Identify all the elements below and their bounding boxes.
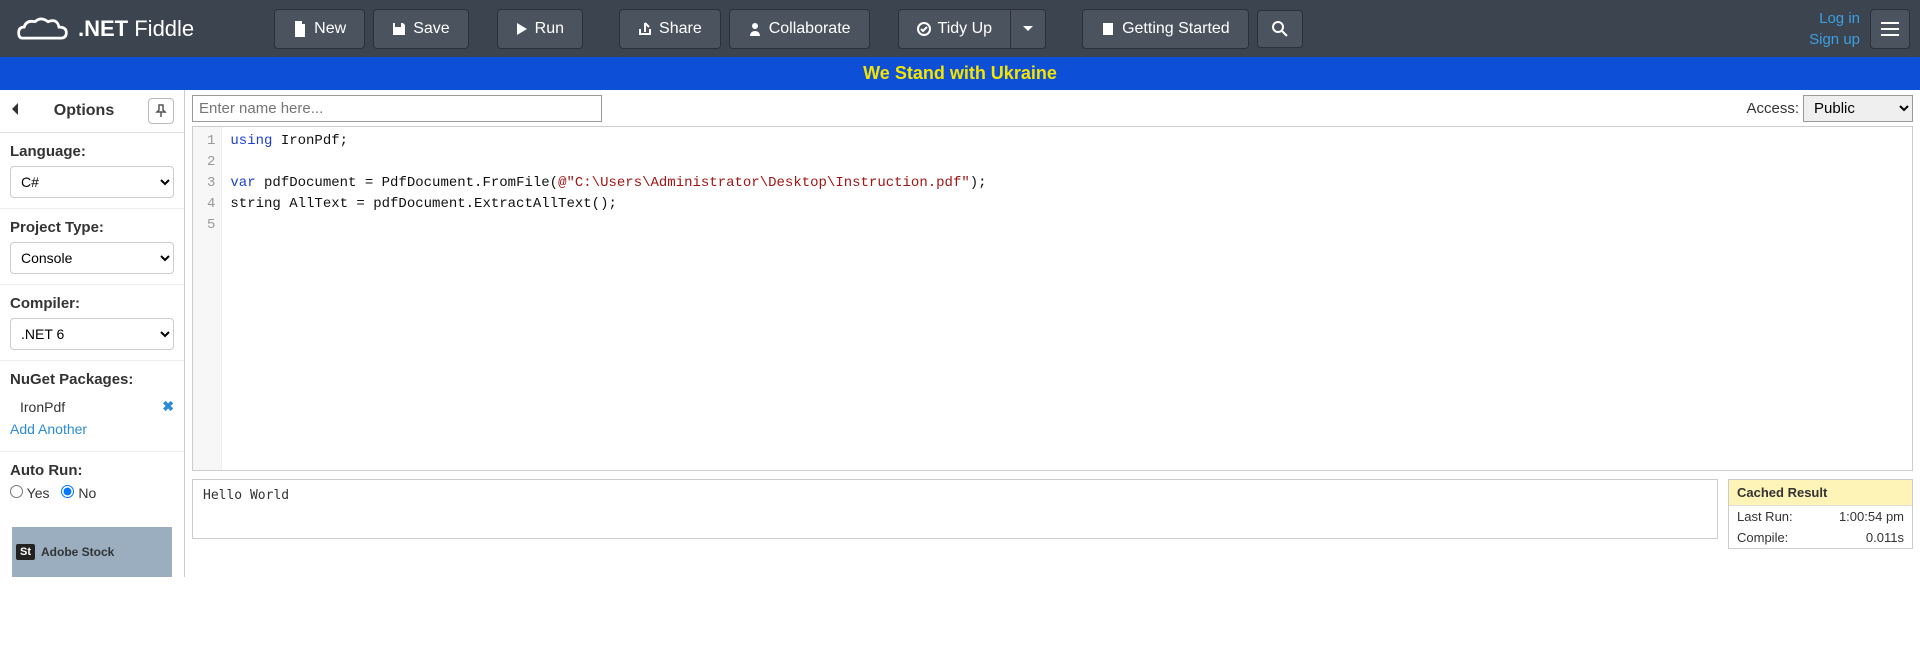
run-button[interactable]: Run: [497, 9, 583, 49]
auth-links: Log in Sign up: [1809, 8, 1860, 50]
sidebar: Options Language: C# Project Type: Conso…: [0, 90, 185, 577]
tidy-dropdown-button[interactable]: [1011, 9, 1046, 49]
tidy-label: Tidy Up: [938, 20, 993, 38]
collaborate-button[interactable]: Collaborate: [729, 9, 870, 49]
code-editor[interactable]: 1 2 3 4 5 using IronPdf; var pdfDocument…: [192, 126, 1913, 471]
save-label: Save: [413, 20, 449, 38]
book-icon: [1101, 22, 1115, 36]
save-icon: [392, 22, 406, 36]
signup-link[interactable]: Sign up: [1809, 29, 1860, 50]
tidy-split-button: Tidy Up: [898, 9, 1047, 49]
ukraine-banner: We Stand with Ukraine: [0, 57, 1920, 90]
chevron-left-icon: [10, 102, 20, 116]
last-run-label: Last Run:: [1737, 509, 1793, 524]
new-button[interactable]: New: [274, 9, 365, 49]
fiddle-name-input[interactable]: [192, 95, 602, 122]
top-toolbar: .NET Fiddle New Save Run Share Collabora…: [0, 0, 1920, 57]
autorun-no-option[interactable]: No: [61, 485, 96, 501]
compile-value: 0.011s: [1866, 530, 1904, 545]
run-label: Run: [535, 20, 564, 38]
pin-icon: [155, 104, 167, 118]
code-content[interactable]: using IronPdf; var pdfDocument = PdfDocu…: [222, 127, 994, 470]
stats-panel: Cached Result Last Run: 1:00:54 pm Compi…: [1728, 479, 1913, 549]
sidebar-title: Options: [54, 102, 114, 120]
nuget-item: IronPdf ✖: [10, 394, 174, 417]
file-icon: [293, 21, 307, 37]
search-icon: [1272, 21, 1288, 37]
collaborate-label: Collaborate: [769, 20, 851, 38]
cloud-icon: [15, 14, 70, 44]
play-icon: [516, 22, 528, 36]
language-label: Language:: [10, 143, 174, 160]
share-button[interactable]: Share: [619, 9, 721, 49]
check-icon: [917, 22, 931, 36]
ad-badge: St: [16, 544, 35, 560]
logo[interactable]: .NET Fiddle: [15, 14, 194, 44]
ad-text: Adobe Stock: [41, 545, 114, 559]
output-panel: Hello World: [192, 479, 1718, 539]
access-select[interactable]: Public: [1803, 95, 1913, 122]
compiler-select[interactable]: .NET 6: [10, 318, 174, 350]
share-label: Share: [659, 20, 702, 38]
content-area: Access: Public 1 2 3 4 5 using IronPdf; …: [185, 90, 1920, 577]
project-type-label: Project Type:: [10, 219, 174, 236]
nuget-label: NuGet Packages:: [10, 371, 174, 388]
gutter: 1 2 3 4 5: [193, 127, 222, 470]
nuget-item-name: IronPdf: [20, 399, 65, 415]
autorun-label: Auto Run:: [10, 462, 174, 479]
add-nuget-link[interactable]: Add Another: [10, 417, 174, 441]
compiler-label: Compiler:: [10, 295, 174, 312]
user-icon: [748, 22, 762, 36]
language-select[interactable]: C#: [10, 166, 174, 198]
pin-button[interactable]: [148, 98, 174, 124]
compile-label: Compile:: [1737, 530, 1788, 545]
save-button[interactable]: Save: [373, 9, 468, 49]
tidy-button[interactable]: Tidy Up: [898, 9, 1012, 49]
getting-started-button[interactable]: Getting Started: [1082, 9, 1249, 49]
login-link[interactable]: Log in: [1819, 8, 1860, 29]
project-type-select[interactable]: Console: [10, 242, 174, 274]
share-icon: [638, 22, 652, 36]
last-run-value: 1:00:54 pm: [1839, 509, 1904, 524]
chevron-down-icon: [1023, 26, 1033, 31]
hamburger-icon: [1881, 22, 1899, 36]
logo-text: .NET Fiddle: [78, 16, 194, 42]
collapse-sidebar-button[interactable]: [10, 102, 20, 121]
new-label: New: [314, 20, 346, 38]
nuget-remove-button[interactable]: ✖: [162, 398, 174, 415]
search-button[interactable]: [1257, 10, 1303, 48]
menu-button[interactable]: [1870, 9, 1910, 49]
ad-banner[interactable]: St Adobe Stock: [12, 527, 172, 577]
stats-header: Cached Result: [1729, 480, 1912, 506]
access-label: Access:: [1746, 100, 1799, 117]
autorun-yes-option[interactable]: Yes: [10, 485, 49, 501]
getting-started-label: Getting Started: [1122, 20, 1230, 38]
